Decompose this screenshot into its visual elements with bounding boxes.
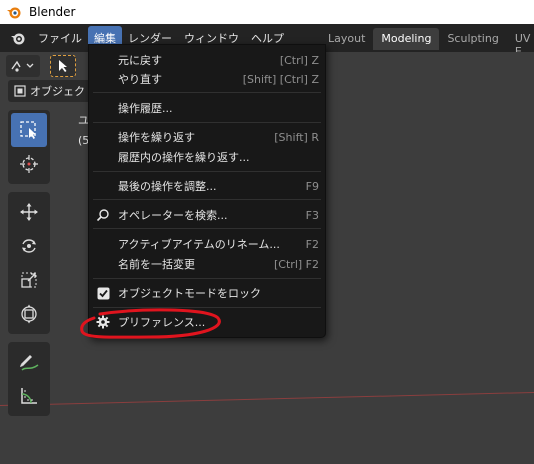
menu-item-adjust-last[interactable]: 最後の操作を調整... F9 bbox=[89, 176, 325, 196]
menu-item-label: オペレーターを検索... bbox=[118, 209, 228, 222]
annotate-pencil-icon bbox=[20, 355, 39, 371]
menu-item-shortcut: F3 bbox=[305, 208, 319, 222]
menu-item-redo[interactable]: やり直す [Shift] [Ctrl] Z bbox=[89, 69, 325, 89]
annotate-tool[interactable] bbox=[11, 345, 47, 379]
menu-separator bbox=[93, 228, 321, 229]
blender-logo-icon[interactable] bbox=[8, 28, 28, 48]
menu-item-batch-rename[interactable]: 名前を一括変更 [Ctrl] F2 bbox=[89, 254, 325, 274]
tool-shelf bbox=[8, 110, 50, 424]
move-tool[interactable] bbox=[11, 195, 47, 229]
menu-separator bbox=[93, 171, 321, 172]
cursor-arrow-icon bbox=[59, 60, 67, 72]
transform-icon bbox=[21, 304, 37, 324]
menu-separator bbox=[93, 122, 321, 123]
menu-item-preferences[interactable]: プリファレンス... bbox=[89, 312, 325, 332]
select-mode-button[interactable] bbox=[50, 55, 76, 77]
checkbox-checked-icon[interactable] bbox=[95, 285, 111, 301]
search-icon bbox=[95, 207, 111, 223]
menu-item-label: やり直す bbox=[118, 73, 162, 86]
menu-item-label: 最後の操作を調整... bbox=[118, 180, 217, 193]
tab-sculpting[interactable]: Sculpting bbox=[439, 28, 506, 50]
edit-menu-dropdown: 元に戻す [Ctrl] Z やり直す [Shift] [Ctrl] Z 操作履歴… bbox=[88, 44, 326, 338]
menu-item-label: 元に戻す bbox=[118, 54, 162, 67]
select-box-tool[interactable] bbox=[11, 113, 47, 147]
menu-file[interactable]: ファイル bbox=[32, 26, 88, 50]
menu-item-shortcut: [Shift] R bbox=[274, 130, 319, 144]
menu-item-shortcut: [Ctrl] F2 bbox=[274, 257, 319, 271]
x-axis-line bbox=[0, 391, 534, 406]
menu-item-label: アクティブアイテムのリネーム... bbox=[118, 238, 280, 251]
gear-icon bbox=[95, 314, 111, 330]
menu-item-label: オブジェクトモードをロック bbox=[118, 287, 261, 300]
menu-separator bbox=[93, 307, 321, 308]
tab-uv-editing[interactable]: UV E bbox=[507, 28, 534, 58]
viewport-header bbox=[6, 52, 76, 80]
tab-modeling[interactable]: Modeling bbox=[373, 28, 440, 50]
menu-item-label: プリファレンス... bbox=[118, 316, 206, 329]
scale-tool[interactable] bbox=[11, 263, 47, 297]
scale-icon bbox=[21, 272, 37, 288]
object-mode-icon bbox=[14, 85, 26, 97]
menu-item-rename-active[interactable]: アクティブアイテムのリネーム... F2 bbox=[89, 234, 325, 254]
menu-item-shortcut: [Shift] [Ctrl] Z bbox=[242, 72, 319, 86]
transform-tool[interactable] bbox=[11, 297, 47, 331]
measure-tool[interactable] bbox=[11, 379, 47, 413]
menu-separator bbox=[93, 199, 321, 200]
cursor-tool[interactable] bbox=[11, 147, 47, 181]
move-icon bbox=[20, 203, 38, 221]
window-titlebar: Blender bbox=[0, 0, 534, 24]
menu-separator bbox=[93, 278, 321, 279]
tab-layout[interactable]: Layout bbox=[320, 28, 373, 50]
menu-item-label: 操作を繰り返す bbox=[118, 131, 195, 144]
menu-item-lock-object-modes[interactable]: オブジェクトモードをロック bbox=[89, 283, 325, 303]
menu-item-label: 名前を一括変更 bbox=[118, 258, 195, 271]
menu-item-label: 操作履歴... bbox=[118, 102, 173, 115]
transform-pivot-dropdown[interactable] bbox=[6, 55, 40, 77]
menu-item-undo[interactable]: 元に戻す [Ctrl] Z bbox=[89, 50, 325, 70]
3d-cursor-icon bbox=[20, 155, 38, 173]
menu-separator bbox=[93, 92, 321, 93]
menu-item-shortcut: F9 bbox=[305, 179, 319, 193]
select-box-icon bbox=[20, 121, 36, 139]
pivot-icon bbox=[11, 60, 34, 72]
blender-app-icon bbox=[5, 3, 23, 21]
window-title: Blender bbox=[29, 5, 76, 19]
menu-item-operator-search[interactable]: オペレーターを検索... F3 bbox=[89, 205, 325, 225]
menu-item-label: 履歴内の操作を繰り返す... bbox=[118, 151, 250, 164]
workspace-tabs: Layout Modeling Sculpting UV E bbox=[320, 28, 534, 58]
rotate-tool[interactable] bbox=[11, 229, 47, 263]
menu-item-repeat-history[interactable]: 履歴内の操作を繰り返す... bbox=[89, 147, 325, 167]
menu-item-shortcut: F2 bbox=[305, 237, 319, 251]
rotate-icon bbox=[22, 239, 36, 253]
menu-item-shortcut: [Ctrl] Z bbox=[279, 53, 319, 67]
measure-ruler-icon bbox=[21, 388, 37, 404]
mode-label: オブジェクト bbox=[30, 85, 96, 98]
menu-item-undo-history[interactable]: 操作履歴... bbox=[89, 98, 325, 118]
menu-item-repeat-last[interactable]: 操作を繰り返す [Shift] R bbox=[89, 127, 325, 147]
